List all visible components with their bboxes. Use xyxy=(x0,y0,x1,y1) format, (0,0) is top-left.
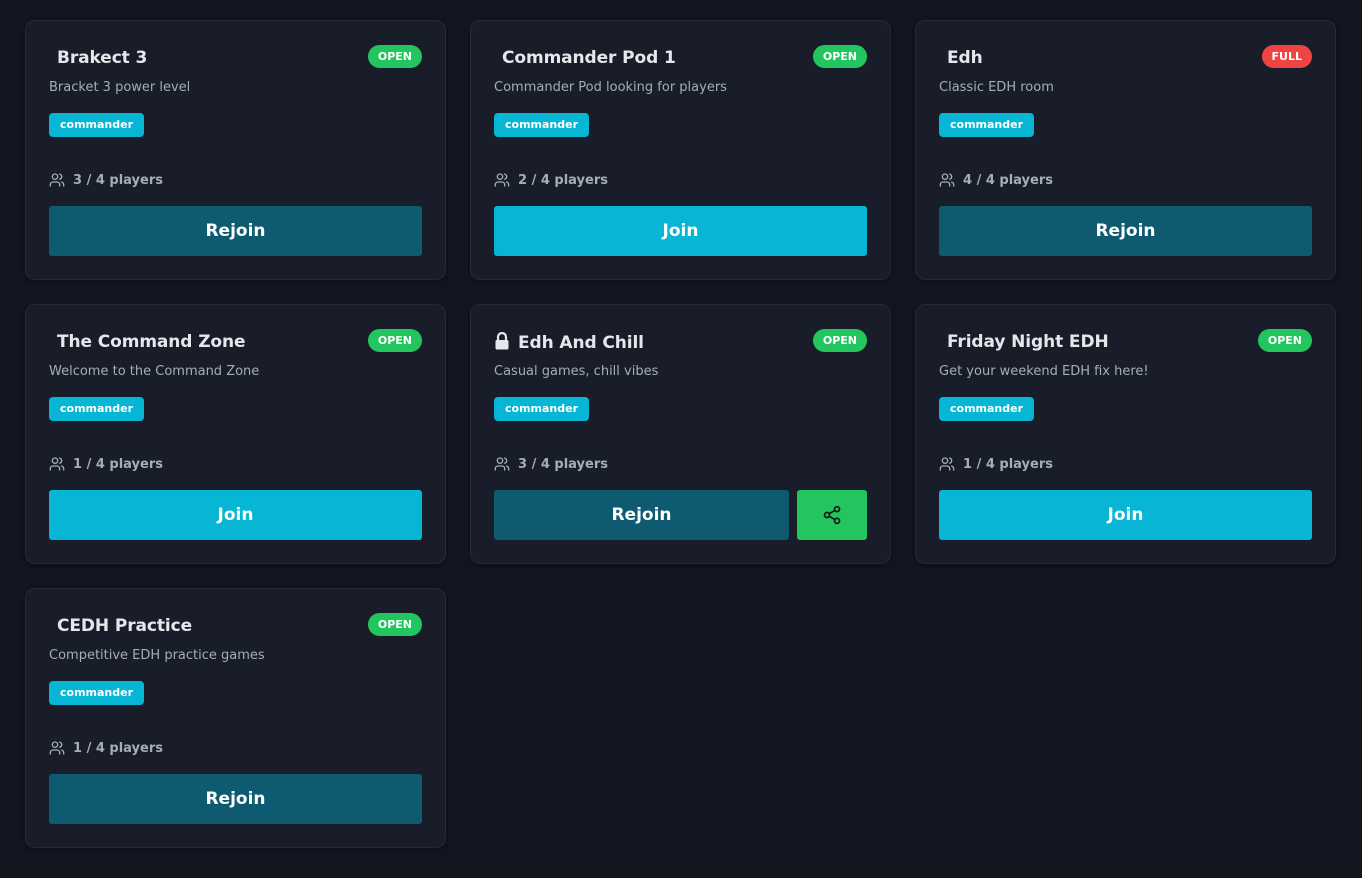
status-badge: OPEN xyxy=(812,329,867,352)
player-count: 3 / 4 players xyxy=(494,456,608,472)
room-card: Edh And Chill OPEN Casual games, chill v… xyxy=(470,304,891,564)
status-badge: OPEN xyxy=(367,613,422,636)
room-title-row: Commander Pod 1 xyxy=(494,48,676,68)
room-title: Edh xyxy=(947,48,983,68)
player-count: 2 / 4 players xyxy=(494,172,608,188)
status-badge: OPEN xyxy=(812,45,867,68)
room-description: Classic EDH room xyxy=(939,80,1054,95)
player-count-label: 3 / 4 players xyxy=(518,456,608,472)
room-actions: Rejoin xyxy=(49,206,422,256)
format-tag: commander xyxy=(49,681,145,705)
join-button[interactable]: Join xyxy=(494,206,867,256)
player-count: 1 / 4 players xyxy=(49,456,163,472)
room-card: Friday Night EDH OPEN Get your weekend E… xyxy=(915,304,1336,564)
format-tag: commander xyxy=(49,113,145,137)
player-count: 1 / 4 players xyxy=(939,456,1053,472)
room-actions: Join xyxy=(49,490,422,540)
player-count: 1 / 4 players xyxy=(49,740,163,756)
room-description: Competitive EDH practice games xyxy=(49,648,265,663)
room-title-row: CEDH Practice xyxy=(49,616,192,636)
room-description: Bracket 3 power level xyxy=(49,80,191,95)
room-title: The Command Zone xyxy=(57,332,246,352)
room-actions: Join xyxy=(939,490,1312,540)
room-card: Commander Pod 1 OPEN Commander Pod looki… xyxy=(470,20,891,280)
room-title: Edh And Chill xyxy=(518,333,644,353)
format-tag: commander xyxy=(494,113,590,137)
share-button[interactable] xyxy=(797,490,867,540)
room-title: Brakect 3 xyxy=(57,48,148,68)
room-card: Brakect 3 OPEN Bracket 3 power level com… xyxy=(25,20,446,280)
room-title-row: Edh And Chill xyxy=(494,332,644,354)
player-count-label: 1 / 4 players xyxy=(73,740,163,756)
status-badge: OPEN xyxy=(367,329,422,352)
room-grid: Brakect 3 OPEN Bracket 3 power level com… xyxy=(25,20,1336,848)
rejoin-button[interactable]: Rejoin xyxy=(494,490,789,540)
status-badge: FULL xyxy=(1261,45,1312,68)
room-description: Get your weekend EDH fix here! xyxy=(939,364,1149,379)
room-actions: Rejoin xyxy=(939,206,1312,256)
status-badge: OPEN xyxy=(367,45,422,68)
room-title-row: Brakect 3 xyxy=(49,48,147,68)
format-tag: commander xyxy=(939,113,1035,137)
player-count: 4 / 4 players xyxy=(939,172,1053,188)
room-description: Welcome to the Command Zone xyxy=(49,364,260,379)
room-card: Edh FULL Classic EDH room commander 4 / … xyxy=(915,20,1336,280)
users-icon xyxy=(49,457,65,471)
users-icon xyxy=(494,173,510,187)
player-count-label: 2 / 4 players xyxy=(518,172,608,188)
status-badge: OPEN xyxy=(1257,329,1312,352)
player-count-label: 3 / 4 players xyxy=(73,172,163,188)
users-icon xyxy=(49,741,65,755)
format-tag: commander xyxy=(494,397,590,421)
users-icon xyxy=(49,173,65,187)
room-title: CEDH Practice xyxy=(57,616,192,636)
room-title: Friday Night EDH xyxy=(947,332,1109,352)
rejoin-button[interactable]: Rejoin xyxy=(939,206,1312,256)
rejoin-button[interactable]: Rejoin xyxy=(49,206,422,256)
room-title-row: The Command Zone xyxy=(49,332,246,352)
room-actions: Rejoin xyxy=(494,490,867,540)
format-tag: commander xyxy=(939,397,1035,421)
room-title-row: Edh xyxy=(939,48,983,68)
room-description: Casual games, chill vibes xyxy=(494,364,659,379)
users-icon xyxy=(939,173,955,187)
player-count-label: 4 / 4 players xyxy=(963,172,1053,188)
room-description: Commander Pod looking for players xyxy=(494,80,727,95)
users-icon xyxy=(939,457,955,471)
room-actions: Rejoin xyxy=(49,774,422,824)
users-icon xyxy=(494,457,510,471)
room-title: Commander Pod 1 xyxy=(502,48,676,68)
rejoin-button[interactable]: Rejoin xyxy=(49,774,422,824)
player-count: 3 / 4 players xyxy=(49,172,163,188)
join-button[interactable]: Join xyxy=(939,490,1312,540)
room-actions: Join xyxy=(494,206,867,256)
format-tag: commander xyxy=(49,397,145,421)
player-count-label: 1 / 4 players xyxy=(73,456,163,472)
lock-icon xyxy=(495,332,509,350)
share-icon xyxy=(823,505,841,525)
join-button[interactable]: Join xyxy=(49,490,422,540)
room-title-row: Friday Night EDH xyxy=(939,332,1109,352)
room-card: CEDH Practice OPEN Competitive EDH pract… xyxy=(25,588,446,848)
room-card: The Command Zone OPEN Welcome to the Com… xyxy=(25,304,446,564)
player-count-label: 1 / 4 players xyxy=(963,456,1053,472)
